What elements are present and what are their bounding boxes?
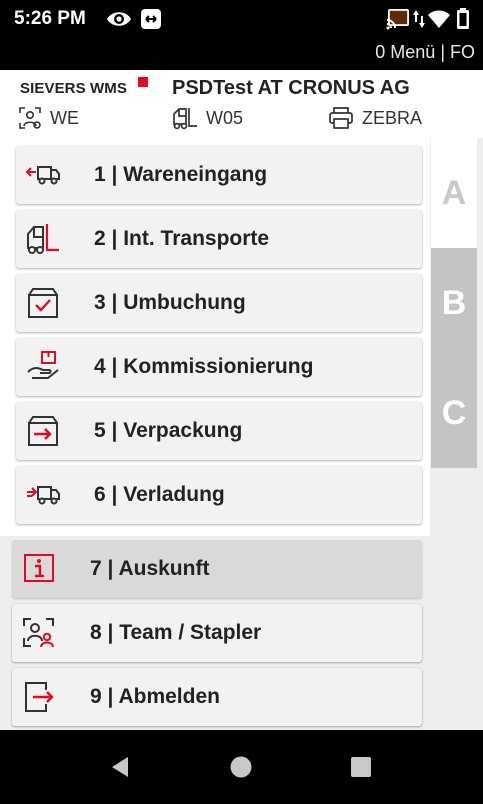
logout-icon <box>25 682 54 712</box>
menu-item-wareneingang[interactable]: 1 | Wareneingang <box>16 146 422 204</box>
tab-c[interactable]: C <box>431 358 477 468</box>
team-icon <box>23 618 54 648</box>
menu-item-label: 6 | Verladung <box>94 483 225 506</box>
location-label: WE <box>50 107 79 128</box>
link-icon <box>141 9 161 29</box>
logo-mark <box>138 77 148 87</box>
main-content: A B C 1 | Wareneingang 2 | Int. Transpor… <box>0 138 483 730</box>
menu-item-label: 4 | Kommissionierung <box>94 355 314 378</box>
page-title: PSDTest AT CRONUS AG <box>172 77 410 99</box>
recents-icon[interactable] <box>349 755 373 779</box>
wifi-icon <box>428 10 450 28</box>
forklift-icon <box>173 108 197 130</box>
printer-icon <box>329 107 353 129</box>
vehicle-info: W05 <box>172 106 243 130</box>
menu-item-label: 9 | Abmelden <box>90 685 220 708</box>
battery-icon <box>457 8 469 29</box>
vehicle-label: W05 <box>206 107 244 128</box>
menu-item-label: 3 | Umbuchung <box>94 291 246 314</box>
tab-a[interactable]: A <box>431 138 477 248</box>
box-arrow-icon <box>28 416 58 446</box>
menu-item-auskunft[interactable]: 7 | Auskunft <box>12 540 422 598</box>
location-info: WE <box>18 106 79 130</box>
menu-item-label: 5 | Verpackung <box>94 419 243 442</box>
eye-icon <box>107 12 131 26</box>
truck-outgoing-icon <box>27 486 60 505</box>
truck-incoming-icon <box>26 166 60 185</box>
printer-label: ZEBRA <box>362 107 423 128</box>
menu-item-abmelden[interactable]: 9 | Abmelden <box>12 668 422 726</box>
box-check-icon <box>28 288 58 318</box>
header: SIEVERS WMS PSDTest AT CRONUS AG WE W05 … <box>0 70 483 138</box>
menu-item-verpackung[interactable]: 5 | Verpackung <box>16 402 422 460</box>
status-time: 5:26 PM <box>14 8 86 29</box>
forklift-icon <box>27 224 59 254</box>
menu-item-kommissionierung[interactable]: 4 | Kommissionierung <box>16 338 422 396</box>
menu-item-int-transporte[interactable]: 2 | Int. Transporte <box>16 210 422 268</box>
info-icon <box>24 554 54 582</box>
menu-item-label: 8 | Team / Stapler <box>90 621 262 644</box>
printer-info: ZEBRA <box>328 106 422 130</box>
hand-package-icon <box>27 351 59 379</box>
status-bar: 5:26 PM <box>0 0 483 38</box>
data-arrows-icon <box>413 10 425 28</box>
tab-b[interactable]: B <box>431 248 477 358</box>
menu-item-label: 2 | Int. Transporte <box>94 227 270 250</box>
menu-item-label: 1 | Wareneingang <box>94 163 268 186</box>
system-nav-bar <box>0 730 483 804</box>
menu-link[interactable]: 0 Menü | FO <box>375 42 475 63</box>
home-icon[interactable] <box>229 755 253 779</box>
user-location-icon <box>19 107 41 129</box>
app-bar: 0 Menü | FO <box>0 38 483 70</box>
menu-item-label: 7 | Auskunft <box>90 557 210 580</box>
cast-icon <box>386 9 409 30</box>
menu-item-verladung[interactable]: 6 | Verladung <box>16 466 422 524</box>
menu-item-team-stapler[interactable]: 8 | Team / Stapler <box>12 604 422 662</box>
back-icon[interactable] <box>108 755 132 779</box>
logo: SIEVERS WMS <box>20 80 127 97</box>
menu-item-umbuchung[interactable]: 3 | Umbuchung <box>16 274 422 332</box>
